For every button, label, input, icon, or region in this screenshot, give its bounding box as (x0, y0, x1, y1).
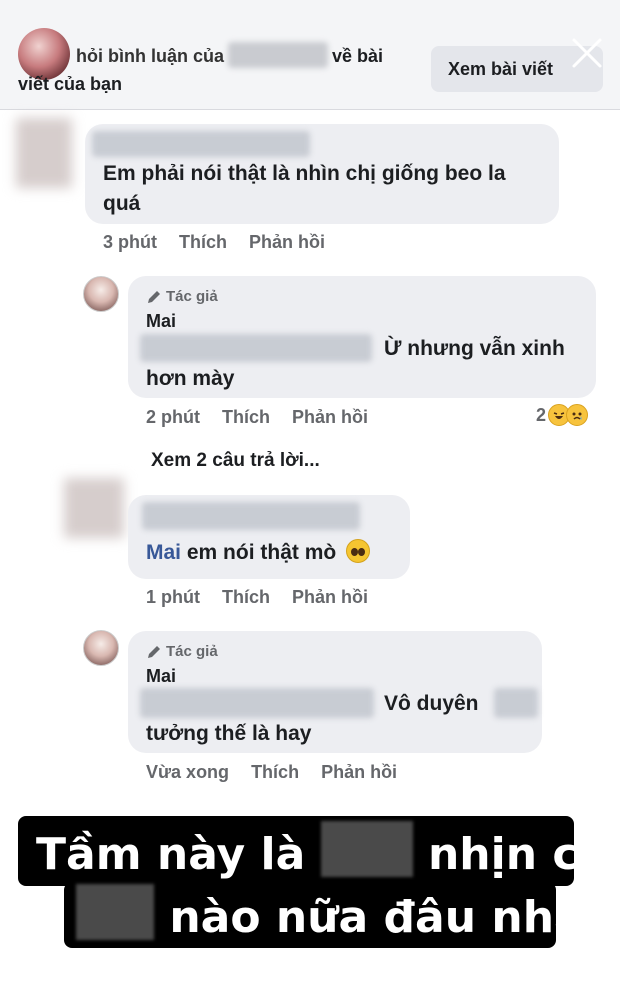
comment-meta: 2 phút Thích Phản hồi (146, 407, 390, 428)
story-caption-line: nào nữa đâu nha (64, 882, 584, 948)
close-icon[interactable] (568, 34, 606, 72)
comment-text: tưởng thế là hay (146, 722, 312, 745)
pencil-icon (148, 290, 160, 303)
comment-meta: 1 phút Thích Phản hồi (146, 587, 390, 608)
reply-button[interactable]: Phản hồi (292, 587, 368, 608)
like-button[interactable]: Thích (179, 232, 227, 253)
pleading-face-emoji (346, 539, 371, 563)
like-button[interactable]: Thích (222, 587, 270, 608)
reaction-count: 2 (536, 404, 547, 425)
reply-button[interactable]: Phản hồi (321, 762, 397, 783)
comment-meta: Vừa xong Thích Phản hồi (146, 762, 419, 783)
reply-button[interactable]: Phản hồi (292, 407, 368, 428)
reply-button[interactable]: Phản hồi (249, 232, 325, 253)
comment-time: 3 phút (103, 232, 157, 252)
comment-meta: 3 phút Thích Phản hồi (103, 232, 347, 253)
author-badge: Tác giả (146, 288, 218, 305)
blurred-username (228, 42, 328, 68)
pencil-icon (148, 645, 160, 658)
author-avatar[interactable] (83, 276, 119, 312)
comment-text: Em phải nói thật là nhìn chị giống beo l… (103, 162, 506, 185)
comment-time: Vừa xong (146, 762, 230, 782)
comment-text: Vô duyên (384, 692, 479, 715)
blurred-mention (140, 334, 372, 362)
commenter-avatar[interactable] (64, 478, 124, 538)
view-more-replies-link[interactable]: Xem 2 câu trả lời... (151, 450, 320, 472)
blurred-mention (140, 688, 374, 718)
notification-header: hỏi bình luận của về bài viết của bạn Xem… (0, 0, 620, 110)
story-caption-line: Tầm này là nhịn con (18, 816, 620, 886)
comment-author-name[interactable]: Mai (146, 311, 176, 332)
comment-text: hơn mày (146, 367, 235, 390)
blurred-commenter-name (92, 131, 310, 157)
reaction-summary[interactable]: 2 (536, 404, 589, 426)
comment-author-name[interactable]: Mai (146, 666, 176, 687)
blurred-commenter-name (142, 502, 360, 530)
author-badge: Tác giả (146, 643, 218, 660)
mention-link[interactable]: Mai (146, 541, 181, 564)
sad-reaction-icon (566, 404, 589, 426)
commenter-avatar[interactable] (16, 118, 72, 188)
blurred-word (494, 688, 538, 718)
comment-time: 1 phút (146, 587, 200, 607)
like-button[interactable]: Thích (222, 407, 270, 428)
comment-time: 2 phút (146, 407, 200, 427)
comment-text: Mai em nói thật mò (146, 538, 371, 568)
like-button[interactable]: Thích (251, 762, 299, 783)
censor-block (320, 821, 413, 877)
censor-block (76, 884, 154, 940)
author-avatar[interactable] (83, 630, 119, 666)
comment-text: quá (103, 192, 141, 215)
notification-text: hỏi bình luận của về bài viết của bạn (18, 42, 418, 98)
comment-text: Ừ nhưng vẫn xinh (384, 337, 565, 360)
